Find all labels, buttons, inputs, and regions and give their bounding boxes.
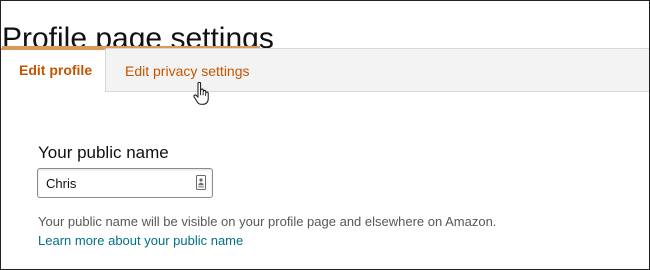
public-name-field	[37, 168, 213, 198]
public-name-heading: Your public name	[38, 143, 169, 162]
contact-card-icon[interactable]	[196, 175, 206, 190]
hand-pointer-icon	[193, 82, 209, 105]
tab-edit-profile[interactable]: Edit profile	[1, 48, 106, 92]
tab-edit-privacy-settings[interactable]: Edit privacy settings	[125, 49, 250, 93]
tab-bar: Edit profile Edit privacy settings	[1, 48, 649, 92]
public-name-helper-text: Your public name will be visible on your…	[38, 214, 497, 229]
public-name-input[interactable]	[38, 169, 188, 197]
learn-more-link[interactable]: Learn more about your public name	[38, 232, 243, 250]
